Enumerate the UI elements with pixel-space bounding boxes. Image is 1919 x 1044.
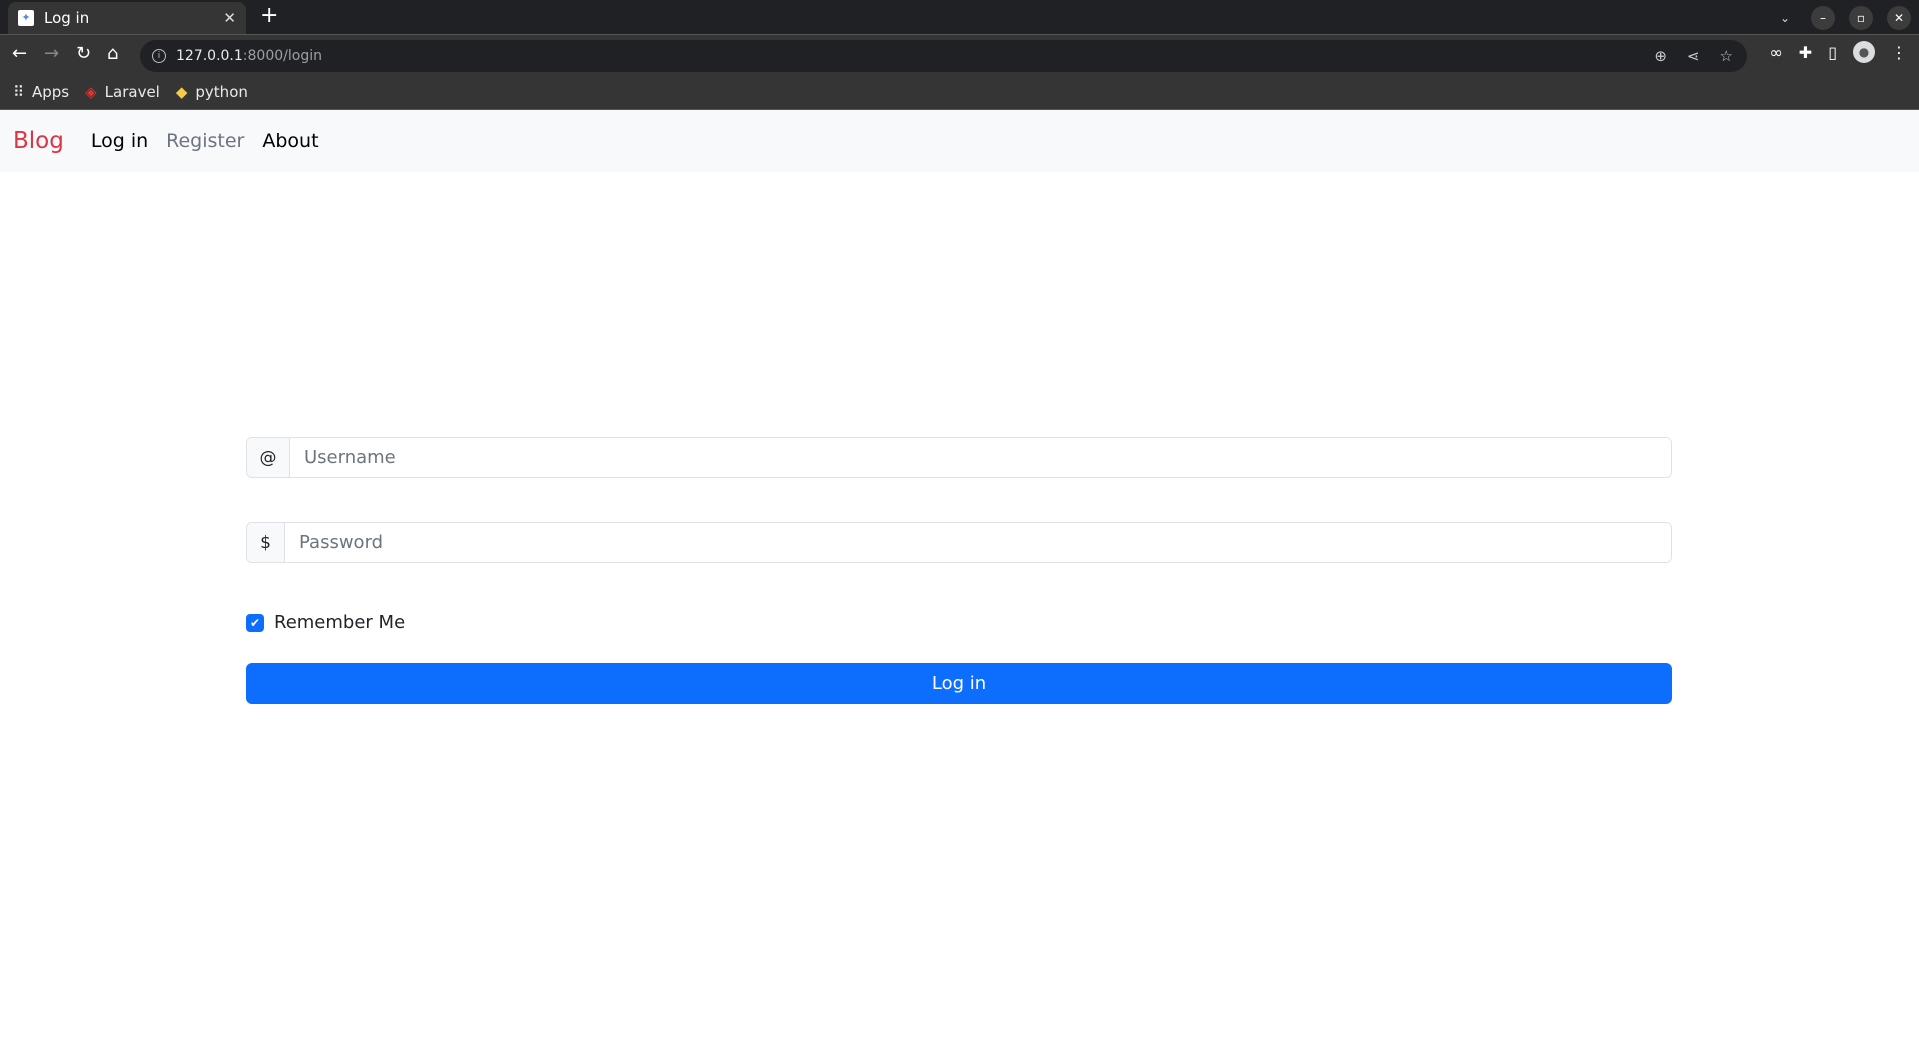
minimize-icon[interactable]: – [1811, 6, 1835, 30]
close-tab-icon[interactable]: ✕ [223, 9, 236, 27]
password-prefix: $ [247, 523, 285, 562]
login-button[interactable]: Log in [246, 663, 1672, 704]
maximize-icon[interactable]: ▫ [1849, 6, 1873, 30]
forward-icon[interactable]: → [44, 43, 59, 64]
tab-search-chevron-icon[interactable]: ⌄ [1773, 6, 1797, 30]
nav-register[interactable]: Register [166, 130, 244, 152]
reload-icon[interactable]: ↻ [76, 43, 91, 64]
username-prefix: @ [247, 438, 290, 477]
nav-login[interactable]: Log in [91, 130, 148, 152]
extension-link-icon[interactable]: ∞ [1769, 43, 1782, 62]
close-window-icon[interactable]: ✕ [1887, 6, 1911, 30]
remember-label: Remember Me [274, 612, 406, 633]
tab-bar: ✦ Log in ✕ + ⌄ – ▫ ✕ [0, 0, 1919, 34]
share-icon[interactable]: ⋖ [1687, 47, 1700, 65]
remember-checkbox[interactable]: ✔ [246, 613, 264, 632]
nav-about[interactable]: About [262, 130, 318, 152]
bookmark-python[interactable]: ◆ python [176, 83, 248, 101]
remember-me[interactable]: ✔ Remember Me [246, 612, 405, 633]
browser-tab[interactable]: ✦ Log in ✕ [8, 2, 246, 34]
bookmark-label: Apps [32, 82, 70, 101]
bookmarks-bar: ⠿ Apps ◈ Laravel ◆ python [0, 74, 1919, 110]
browser-toolbar: ← → ↻ ⌂ i 127.0.0.1:8000/login ⊕ ⋖ ☆ ∞ ✚… [0, 34, 1919, 74]
bookmark-laravel[interactable]: ◈ Laravel [85, 83, 160, 101]
side-panel-icon[interactable]: ▯ [1828, 43, 1837, 62]
username-input[interactable] [290, 438, 1671, 477]
url-host: 127.0.0.1 [176, 48, 243, 64]
back-icon[interactable]: ← [12, 43, 27, 64]
site-navbar: Blog Log in Register About [0, 110, 1919, 172]
bookmark-star-icon[interactable]: ☆ [1720, 47, 1733, 65]
new-tab-icon[interactable]: + [260, 3, 278, 28]
brand-link[interactable]: Blog [13, 128, 64, 154]
python-icon: ◆ [175, 82, 188, 101]
zoom-icon[interactable]: ⊕ [1654, 47, 1667, 65]
bookmark-apps[interactable]: ⠿ Apps [13, 83, 69, 101]
laravel-icon: ◈ [85, 82, 97, 101]
home-icon[interactable]: ⌂ [107, 43, 118, 64]
menu-kebab-icon[interactable]: ⋮ [1891, 43, 1907, 62]
favicon-icon: ✦ [18, 10, 34, 26]
bookmark-label: python [195, 82, 248, 101]
extensions-puzzle-icon[interactable]: ✚ [1799, 43, 1812, 62]
address-bar[interactable]: i 127.0.0.1:8000/login ⊕ ⋖ ☆ [140, 40, 1747, 72]
password-group: $ [246, 522, 1672, 563]
profile-avatar-icon[interactable]: ● [1853, 41, 1875, 63]
bookmark-label: Laravel [104, 82, 160, 101]
info-icon[interactable]: i [152, 49, 166, 63]
username-group: @ [246, 437, 1672, 478]
password-input[interactable] [285, 523, 1671, 562]
url-path: :8000/login [242, 48, 322, 64]
tab-title: Log in [44, 9, 90, 27]
apps-grid-icon: ⠿ [13, 82, 24, 101]
